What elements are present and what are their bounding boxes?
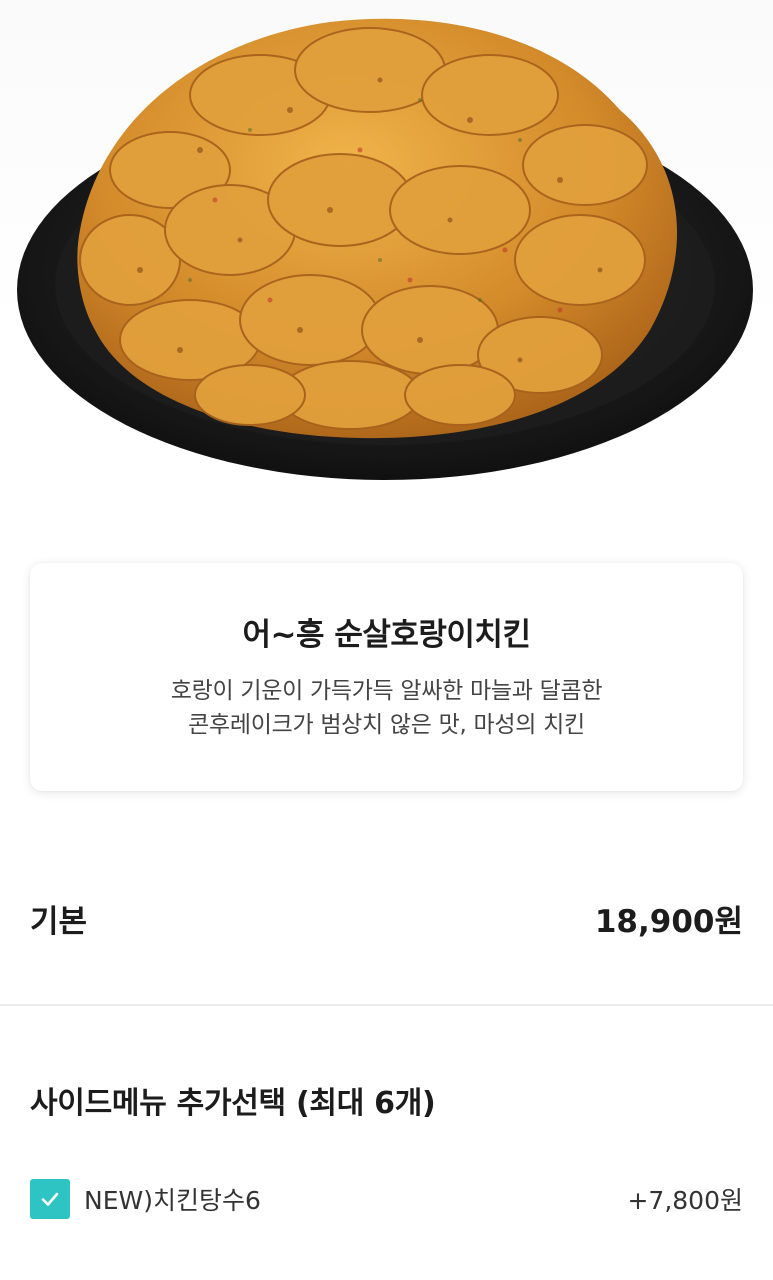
- option-label: NEW)치킨탕수6: [84, 1186, 261, 1215]
- menu-description-line-1: 호랑이 기운이 가득가득 알싸한 마늘과 달콤한: [170, 678, 603, 704]
- side-option-item[interactable]: NEW)치킨탕수6 +7,800원: [30, 1177, 743, 1221]
- menu-description: 호랑이 기운이 가득가득 알싸한 마늘과 달콤한 콘후레이크가 범상치 않은 맛…: [70, 674, 703, 742]
- base-label: 기본: [30, 903, 88, 940]
- product-image: [0, 0, 773, 560]
- menu-info-card: 어~흥 순살호랑이치킨 호랑이 기운이 가득가득 알싸한 마늘과 달콤한 콘후레…: [30, 563, 743, 791]
- menu-detail-screen: 어~흥 순살호랑이치킨 호랑이 기운이 가득가득 알싸한 마늘과 달콤한 콘후레…: [0, 0, 773, 1280]
- menu-description-line-2: 콘후레이크가 범상치 않은 맛, 마성의 치킨: [188, 712, 585, 738]
- option-price: +7,800원: [627, 1186, 743, 1215]
- check-icon: [41, 1192, 59, 1206]
- side-menu-title: 사이드메뉴 추가선택 (최대 6개): [30, 1086, 436, 1121]
- section-divider: [0, 1004, 773, 1006]
- fried-chicken-plate-image: [17, 18, 753, 480]
- menu-title: 어~흥 순살호랑이치킨: [242, 617, 531, 653]
- option-checkbox[interactable]: [30, 1179, 70, 1219]
- base-price: 18,900원: [594, 903, 743, 940]
- base-price-row: 기본 18,900원: [30, 888, 743, 948]
